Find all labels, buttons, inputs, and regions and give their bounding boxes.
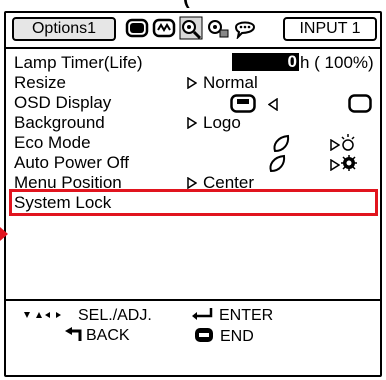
enter-hint: ENTER [191, 307, 273, 325]
menu-item-eco-mode[interactable]: Eco Mode [6, 133, 380, 153]
options-menu-list: Lamp Timer(Life) 0h ( 100%) Resize Norma… [6, 47, 380, 299]
end-hint: END [194, 327, 254, 346]
menu-item-osd-display[interactable]: OSD Display [6, 93, 380, 113]
osd-display-label: OSD Display [14, 93, 112, 112]
options-menu-panel: Options1 INPUT 1 Lamp Timer(Life) 0 h (… [4, 11, 382, 377]
enter-icon [192, 308, 213, 320]
arrow-keys-icon [24, 312, 61, 318]
tab-options1[interactable]: Options1 [12, 17, 116, 41]
menu-item-lamp-timer[interactable]: Lamp Timer(Life) 0h ( 100%) [6, 52, 380, 73]
menu-mode-icons [124, 15, 257, 41]
menu-item-background[interactable]: Background Logo [6, 113, 380, 133]
menu-item-auto-power-off[interactable]: Auto Power Off [6, 153, 380, 173]
back-hint: BACK [64, 327, 130, 345]
eco-mode-label: Eco Mode [14, 133, 91, 152]
cropped-title-fragment: ( [183, 0, 190, 10]
input-indicator: INPUT 1 [283, 17, 377, 41]
lamp-life-bar: 0 [232, 52, 299, 71]
language-icon[interactable] [232, 15, 257, 41]
menu-item-resize[interactable]: Resize Normal [6, 73, 380, 93]
selection-highlight [9, 189, 378, 216]
options1-icon[interactable] [178, 15, 203, 41]
resize-label: Resize [14, 73, 66, 92]
menu-button-icon [195, 328, 213, 342]
footer-controls: SEL./ADJ. ENTER BACK END [6, 299, 380, 379]
lamp-timer-label: Lamp Timer(Life) [14, 53, 143, 72]
picture-mode-icon[interactable] [124, 15, 149, 41]
background-value: Logo [187, 113, 241, 133]
sound-mode-icon[interactable] [151, 15, 176, 41]
selection-pointer-icon [0, 227, 8, 241]
arrow-right-icon [187, 77, 197, 89]
options2-icon[interactable] [205, 15, 230, 41]
arrow-right-icon [187, 117, 197, 129]
sel-adj-hint: SEL./ADJ. [22, 307, 152, 325]
background-label: Background [14, 113, 105, 132]
auto-power-off-label: Auto Power Off [14, 153, 129, 172]
lamp-life-value: 0h ( 100%) [232, 52, 374, 73]
back-icon [65, 327, 82, 341]
resize-value: Normal [187, 73, 258, 93]
arrow-right-icon [187, 177, 197, 189]
